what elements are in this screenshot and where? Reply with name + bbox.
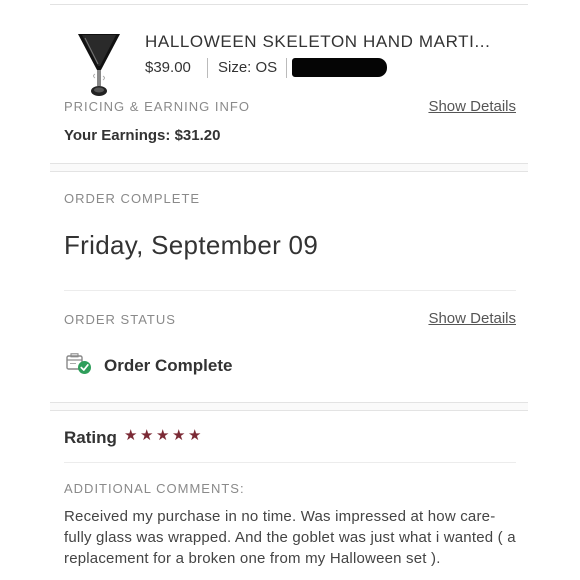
your-earnings: Your Earnings: $31.20 xyxy=(64,127,221,144)
thin-divider xyxy=(64,290,516,291)
order-status-value: Order Complete xyxy=(104,356,233,375)
additional-comments-label: ADDITIONAL COMMENTS: xyxy=(64,481,245,496)
thin-divider xyxy=(64,462,516,463)
order-status-show-details-link[interactable]: Show Details xyxy=(428,310,516,327)
additional-comments-text: Received my purchase in no time. Was imp… xyxy=(64,508,516,567)
product-thumbnail[interactable] xyxy=(76,30,122,98)
rating-label: Rating xyxy=(64,428,117,447)
redacted-info xyxy=(292,58,387,77)
order-complete-date: Friday, September 09 xyxy=(64,230,319,260)
divider xyxy=(286,58,287,78)
section-separator xyxy=(50,163,528,172)
order-status-label: ORDER STATUS xyxy=(64,312,176,327)
pricing-show-details-link[interactable]: Show Details xyxy=(428,98,516,115)
star-icon: ★ xyxy=(124,427,138,444)
package-check-icon xyxy=(66,353,91,374)
product-title[interactable]: HALLOWEEN SKELETON HAND MARTI... xyxy=(145,32,490,52)
order-complete-label: ORDER COMPLETE xyxy=(64,191,201,206)
divider xyxy=(207,58,208,78)
section-separator xyxy=(50,402,528,411)
rating-stars: ★ ★ ★ ★ ★ xyxy=(124,428,203,443)
star-icon: ★ xyxy=(188,427,202,444)
star-icon: ★ xyxy=(140,427,154,444)
product-size: Size: OS xyxy=(218,59,278,76)
star-icon: ★ xyxy=(172,427,186,444)
pricing-section-label: PRICING & EARNING INFO xyxy=(64,99,250,114)
top-divider xyxy=(50,4,528,5)
product-price: $39.00 xyxy=(145,59,191,76)
star-icon: ★ xyxy=(156,427,170,444)
